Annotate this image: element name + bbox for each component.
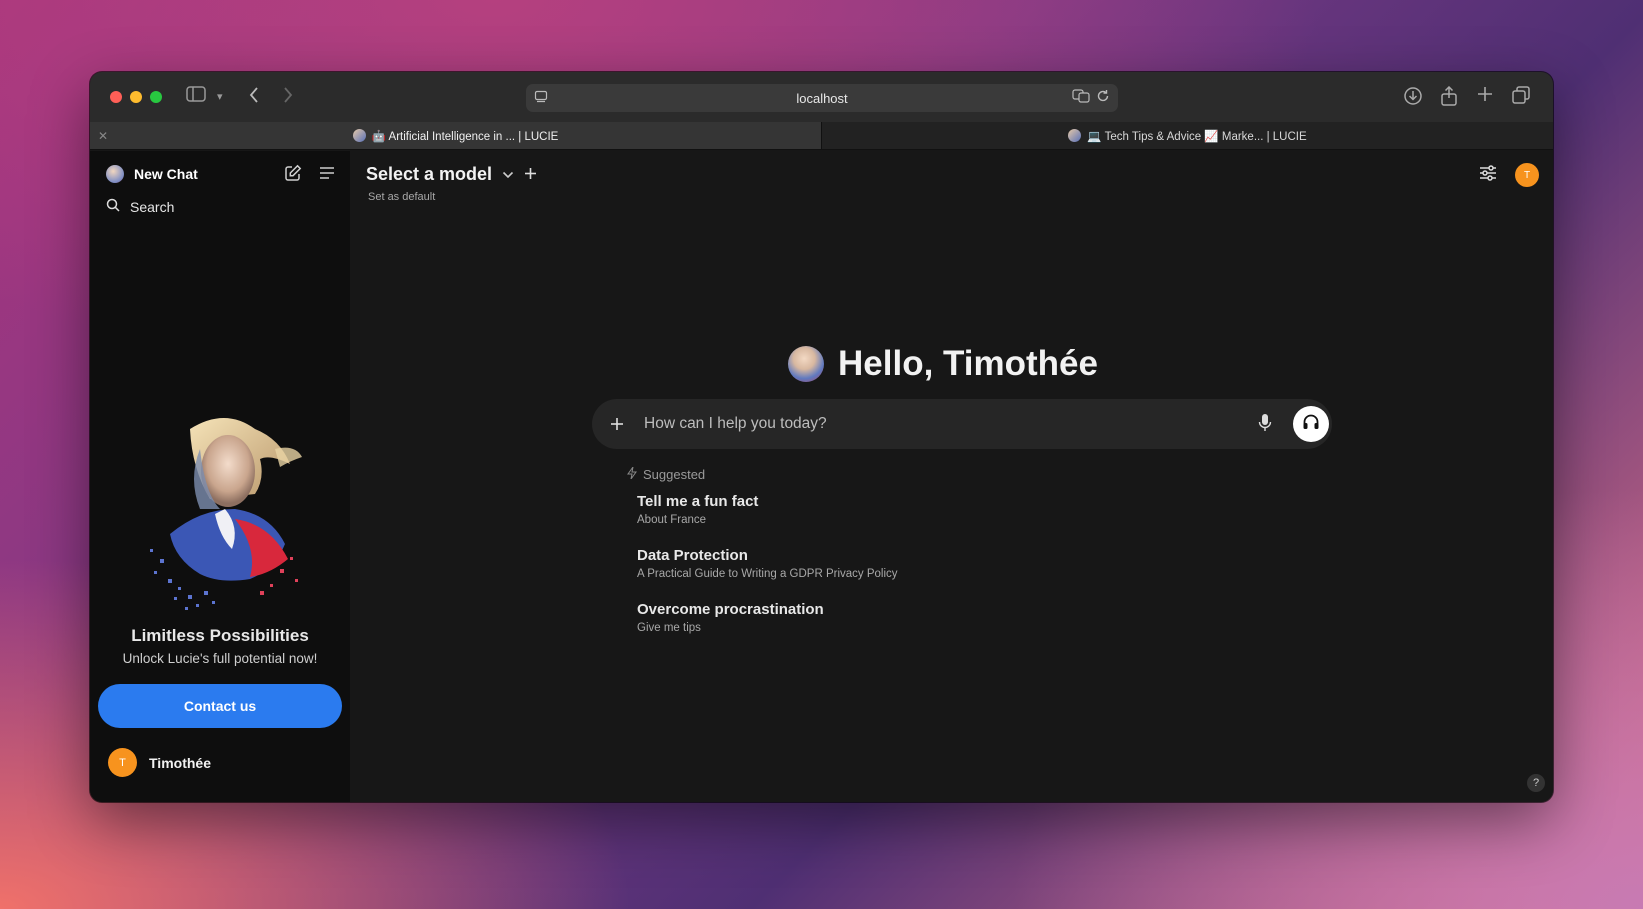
- add-model-icon[interactable]: [524, 164, 537, 185]
- tab-label: 💻 Tech Tips & Advice 📈 Marke... | LUCIE: [1087, 130, 1307, 143]
- contact-us-button[interactable]: Contact us: [98, 684, 342, 728]
- browser-window: ▾ localhost ✕ 🤖 Artificial Intelligence …: [90, 72, 1553, 802]
- chevron-down-icon[interactable]: ▾: [217, 86, 223, 108]
- tab-active[interactable]: ✕ 🤖 Artificial Intelligence in ... | LUC…: [90, 122, 821, 149]
- help-button[interactable]: ?: [1527, 774, 1545, 792]
- user-name: Timothée: [149, 754, 211, 771]
- mic-icon[interactable]: [1258, 413, 1272, 438]
- url-text: localhost: [796, 90, 848, 106]
- suggestion-subtitle: Give me tips: [637, 622, 701, 634]
- model-selector-label: Select a model: [366, 164, 493, 184]
- reload-icon[interactable]: [1096, 89, 1110, 106]
- search-label: Search: [130, 198, 175, 215]
- user-avatar[interactable]: T: [1515, 163, 1539, 187]
- close-window-button[interactable]: [110, 91, 122, 103]
- forward-icon[interactable]: [282, 86, 294, 110]
- settings-sliders-icon[interactable]: [1479, 164, 1497, 186]
- suggestion-subtitle: A Practical Guide to Writing a GDPR Priv…: [637, 568, 898, 580]
- user-avatar: T: [108, 748, 137, 777]
- main-panel: Select a model Set as default T Hello, T…: [350, 151, 1553, 802]
- search-icon: [106, 198, 120, 215]
- suggestion-title: Data Protection: [637, 547, 748, 564]
- new-chat-label[interactable]: New Chat: [134, 166, 198, 182]
- minimize-window-button[interactable]: [130, 91, 142, 103]
- tab-label: 🤖 Artificial Intelligence in ... | LUCIE: [371, 130, 559, 143]
- lucie-avatar: [788, 346, 824, 382]
- suggestion-title: Overcome procrastination: [637, 601, 824, 618]
- suggestion-item[interactable]: Tell me a fun fact About France: [637, 493, 758, 526]
- compose-icon[interactable]: [284, 164, 302, 187]
- tab-inactive[interactable]: 💻 Tech Tips & Advice 📈 Marke... | LUCIE: [821, 122, 1553, 149]
- suggestion-subtitle: About France: [637, 514, 707, 526]
- translate-icon[interactable]: [1072, 89, 1090, 106]
- sparkle-icon: [627, 466, 637, 482]
- sidebar-search[interactable]: Search: [106, 198, 174, 215]
- back-icon[interactable]: [248, 86, 260, 110]
- greeting-text: Hello, Timothée: [838, 344, 1098, 383]
- address-bar[interactable]: localhost: [526, 84, 1118, 112]
- chevron-down-icon: [502, 167, 514, 182]
- prompt-box: [592, 399, 1332, 449]
- new-tab-icon[interactable]: [1477, 86, 1493, 108]
- menu-icon[interactable]: [318, 164, 336, 187]
- user-profile[interactable]: T Timothée: [108, 748, 211, 777]
- prompt-input[interactable]: [644, 411, 1244, 437]
- sidebar-toggle-icon[interactable]: [186, 86, 206, 108]
- plus-icon[interactable]: [610, 411, 624, 437]
- promo-title: Limitless Possibilities: [131, 626, 309, 645]
- model-selector[interactable]: Select a model: [366, 164, 537, 185]
- set-default-link[interactable]: Set as default: [368, 191, 435, 203]
- suggested-label: Suggested: [643, 467, 706, 482]
- voice-mode-button[interactable]: [1293, 406, 1329, 442]
- tab-bar: ✕ 🤖 Artificial Intelligence in ... | LUC…: [90, 122, 1553, 150]
- promo-illustration: [130, 409, 305, 619]
- headphones-icon: [1302, 413, 1320, 436]
- title-bar: ▾ localhost: [90, 72, 1553, 122]
- suggestion-item[interactable]: Overcome procrastination Give me tips: [637, 601, 824, 634]
- reader-icon[interactable]: [534, 90, 548, 107]
- sidebar-header[interactable]: New Chat: [106, 165, 198, 183]
- suggested-header: Suggested: [627, 466, 706, 482]
- lucie-avatar: [106, 165, 124, 183]
- window-controls: [110, 91, 162, 103]
- share-icon[interactable]: [1440, 85, 1458, 112]
- tab-favicon: [1068, 129, 1082, 142]
- download-icon[interactable]: [1403, 86, 1423, 112]
- sidebar: New Chat Search Limitless Possibilities …: [90, 151, 350, 802]
- greeting: Hello, Timothée: [788, 344, 1098, 384]
- close-tab-icon[interactable]: ✕: [98, 129, 108, 143]
- suggestion-title: Tell me a fun fact: [637, 493, 759, 510]
- tabs-overview-icon[interactable]: [1512, 86, 1530, 110]
- tab-favicon: [352, 129, 366, 142]
- suggestion-item[interactable]: Data Protection A Practical Guide to Wri…: [637, 547, 898, 580]
- zoom-window-button[interactable]: [150, 91, 162, 103]
- promo-subtitle: Unlock Lucie's full potential now!: [122, 651, 318, 666]
